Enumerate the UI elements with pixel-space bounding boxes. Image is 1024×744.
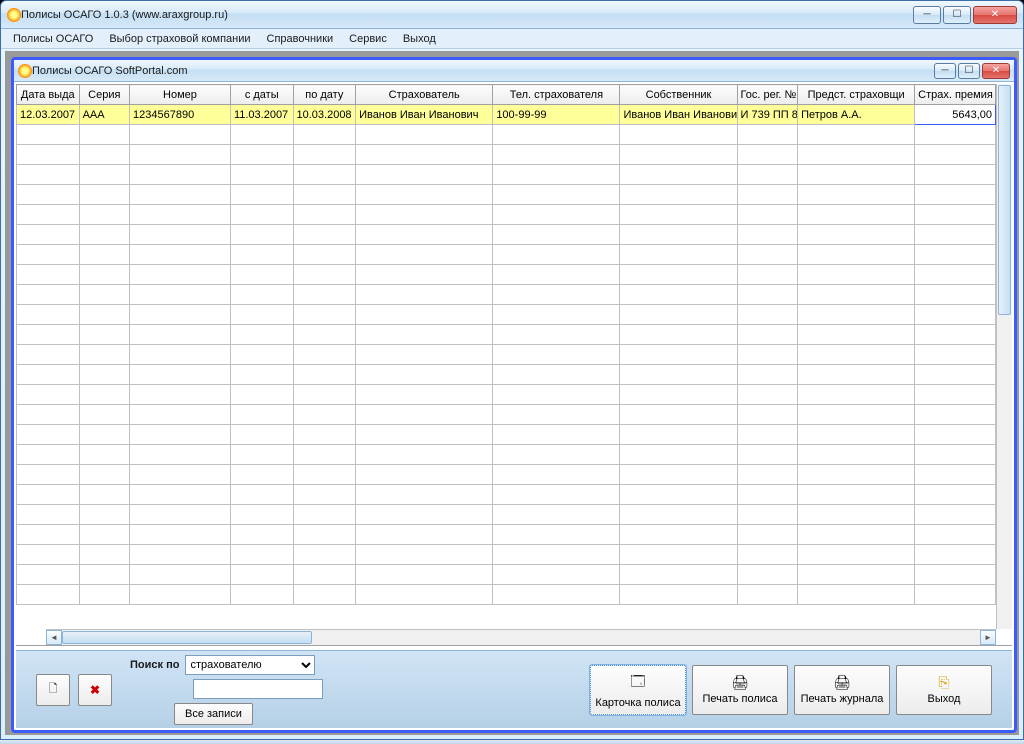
table-row xyxy=(17,165,996,185)
column-header[interactable]: Страх. премия xyxy=(915,85,996,105)
taskbar xyxy=(0,740,1024,744)
menu-policies[interactable]: Полисы ОСАГО xyxy=(5,31,101,47)
column-header[interactable]: Номер xyxy=(130,85,231,105)
inner-titlebar: Полисы ОСАГО SoftPortal.com ─ ☐ ✕ xyxy=(14,60,1014,82)
button-label: Печать журнала xyxy=(801,693,884,705)
outer-window-title: Полисы ОСАГО 1.0.3 (www.araxgroup.ru) xyxy=(21,9,913,21)
maximize-button[interactable]: ☐ xyxy=(943,6,971,24)
search-label: Поиск по xyxy=(130,659,179,671)
table-row xyxy=(17,325,996,345)
table-row xyxy=(17,565,996,585)
mdi-area: Полисы ОСАГО SoftPortal.com ─ ☐ ✕ Дата в… xyxy=(5,51,1019,735)
print-policy-button[interactable]: 🖨 Печать полиса xyxy=(692,665,788,715)
table-row xyxy=(17,445,996,465)
column-header[interactable]: Дата выда xyxy=(17,85,80,105)
column-header[interactable]: Собственник xyxy=(620,85,737,105)
button-label: Карточка полиса xyxy=(595,697,680,709)
table-row[interactable]: 12.03.2007ААА123456789011.03.200710.03.2… xyxy=(17,105,996,125)
policy-card-button[interactable]: 🗔 Карточка полиса xyxy=(590,665,686,715)
inner-window: Полисы ОСАГО SoftPortal.com ─ ☐ ✕ Дата в… xyxy=(11,57,1017,733)
table-cell[interactable]: 10.03.2008 xyxy=(293,105,356,125)
table-cell[interactable]: Иванов Иван Иванович xyxy=(356,105,493,125)
menu-select-company[interactable]: Выбор страховой компании xyxy=(101,31,258,47)
close-button[interactable]: ✕ xyxy=(973,6,1017,24)
column-header[interactable]: Тел. страхователя xyxy=(493,85,620,105)
scrollbar-thumb[interactable] xyxy=(998,85,1011,315)
search-field-select[interactable]: страхователю xyxy=(185,655,315,675)
table-row xyxy=(17,145,996,165)
table-row xyxy=(17,405,996,425)
print-journal-button[interactable]: 🖨 Печать журнала xyxy=(794,665,890,715)
table-row xyxy=(17,465,996,485)
table-row xyxy=(17,305,996,325)
column-header[interactable]: Серия xyxy=(79,85,129,105)
table-row xyxy=(17,585,996,605)
table-cell[interactable]: 1234567890 xyxy=(130,105,231,125)
table-row xyxy=(17,425,996,445)
vertical-scrollbar[interactable] xyxy=(996,84,1012,629)
column-header[interactable]: Предст. страховщи xyxy=(798,85,915,105)
data-grid[interactable]: Дата выдаСерияНомерс датыпо датуСтрахова… xyxy=(16,84,996,605)
exit-icon: ⎘ xyxy=(938,674,949,691)
table-cell[interactable]: Иванов Иван Иванович xyxy=(620,105,737,125)
table-row xyxy=(17,505,996,525)
grid-container: Дата выдаСерияНомерс датыпо датуСтрахова… xyxy=(16,84,1012,646)
app-icon xyxy=(7,8,21,22)
menu-exit[interactable]: Выход xyxy=(395,31,444,47)
button-label: Выход xyxy=(928,693,961,705)
table-cell[interactable]: И 739 ПП 89 xyxy=(737,105,798,125)
table-row xyxy=(17,265,996,285)
document-delete-icon: ✖ xyxy=(90,683,100,697)
table-cell[interactable]: Петров А.А. xyxy=(798,105,915,125)
scrollbar-thumb[interactable] xyxy=(62,631,312,644)
table-cell[interactable]: 12.03.2007 xyxy=(17,105,80,125)
inner-minimize-button[interactable]: ─ xyxy=(934,63,956,79)
button-label: Печать полиса xyxy=(702,693,777,705)
table-cell[interactable]: 5643,00 xyxy=(915,105,996,125)
menu-directories[interactable]: Справочники xyxy=(259,31,342,47)
scroll-right-icon[interactable]: ► xyxy=(980,630,996,645)
all-records-button[interactable]: Все записи xyxy=(174,703,253,725)
table-row xyxy=(17,185,996,205)
exit-button[interactable]: ⎘ Выход xyxy=(896,665,992,715)
inner-maximize-button[interactable]: ☐ xyxy=(958,63,980,79)
scroll-left-icon[interactable]: ◄ xyxy=(46,630,62,645)
table-row xyxy=(17,205,996,225)
table-cell[interactable]: ААА xyxy=(79,105,129,125)
card-icon: 🗔 xyxy=(630,671,645,695)
column-header[interactable]: Гос. рег. № xyxy=(737,85,798,105)
table-row xyxy=(17,385,996,405)
table-row xyxy=(17,225,996,245)
column-header[interactable]: по дату xyxy=(293,85,356,105)
printer-icon: 🖨 xyxy=(731,674,749,691)
menu-service[interactable]: Сервис xyxy=(341,31,395,47)
document-new-icon: 🗋 xyxy=(49,680,58,699)
search-input[interactable] xyxy=(193,679,323,699)
table-row xyxy=(17,545,996,565)
table-row xyxy=(17,485,996,505)
table-row xyxy=(17,365,996,385)
column-header[interactable]: Страхователь xyxy=(356,85,493,105)
new-button[interactable]: 🗋 xyxy=(36,674,70,706)
table-row xyxy=(17,245,996,265)
table-cell[interactable]: 100-99-99 xyxy=(493,105,620,125)
table-row xyxy=(17,125,996,145)
column-header[interactable]: с даты xyxy=(230,85,293,105)
bottom-panel: 🗋 ✖ Поиск по страхователю xyxy=(16,650,1012,728)
printer-icon: 🖨 xyxy=(833,674,851,691)
table-row xyxy=(17,285,996,305)
minimize-button[interactable]: ─ xyxy=(913,6,941,24)
horizontal-scrollbar[interactable]: ◄ ► xyxy=(46,629,996,645)
table-row xyxy=(17,525,996,545)
menubar: Полисы ОСАГО Выбор страховой компании Сп… xyxy=(1,29,1023,49)
inner-close-button[interactable]: ✕ xyxy=(982,63,1010,79)
table-row xyxy=(17,345,996,365)
inner-window-title: Полисы ОСАГО SoftPortal.com xyxy=(32,65,934,77)
outer-titlebar: Полисы ОСАГО 1.0.3 (www.araxgroup.ru) ─ … xyxy=(1,1,1023,29)
table-cell[interactable]: 11.03.2007 xyxy=(230,105,293,125)
delete-button[interactable]: ✖ xyxy=(78,674,112,706)
inner-app-icon xyxy=(18,64,32,78)
